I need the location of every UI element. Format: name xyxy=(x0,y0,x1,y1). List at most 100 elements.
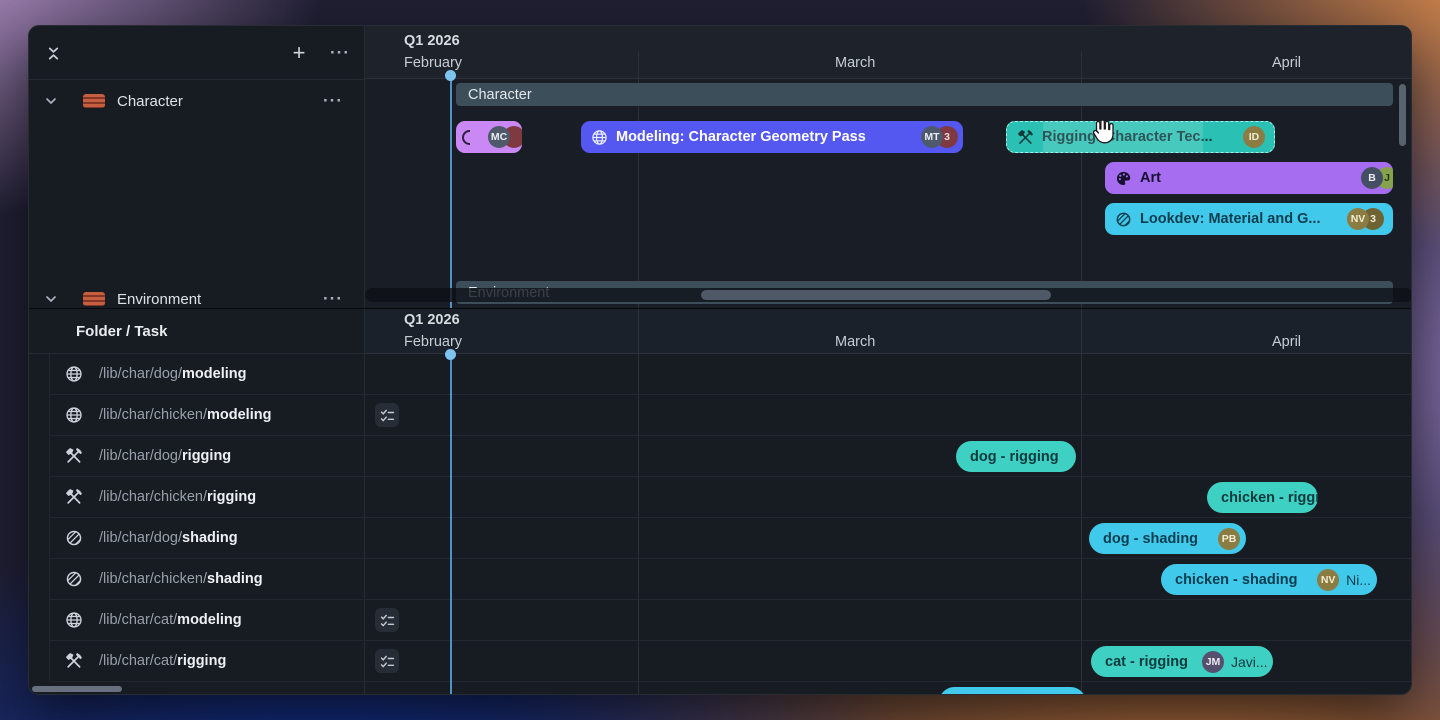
table-row[interactable]: /lib/char/cat/rigging xyxy=(49,641,365,682)
table-row[interactable]: /lib/char/chicken/rigging xyxy=(49,477,365,518)
task-name: modeling xyxy=(182,366,246,382)
today-marker-line xyxy=(450,353,452,695)
task-label: Art xyxy=(1140,170,1161,186)
globe-icon xyxy=(65,365,83,383)
task-label: Modeling: Character Geometry Pass xyxy=(616,129,866,145)
add-group-button[interactable]: + xyxy=(285,39,313,67)
task-path-prefix: /lib/char/dog/ xyxy=(99,366,182,382)
checklist-button[interactable] xyxy=(375,649,399,673)
task-path-prefix: /lib/char/cat/ xyxy=(99,653,177,669)
palette-icon xyxy=(1115,170,1132,187)
task-bar-lookdev[interactable]: Lookdev: Material and G... NV 3 xyxy=(1105,203,1393,235)
month-label-february: February xyxy=(404,55,462,71)
task-path-prefix: /lib/char/chicken/ xyxy=(99,489,207,505)
task-path-prefix: /lib/char/chicken/ xyxy=(99,571,207,587)
vertical-scrollbar-thumb[interactable] xyxy=(1399,84,1406,146)
task-bar-modeling[interactable]: Modeling: Character Geometry Pass MT 3 xyxy=(581,121,963,153)
gantt-row xyxy=(365,354,1412,395)
horizontal-scrollbar-thumb[interactable] xyxy=(32,686,122,692)
table-row[interactable]: /lib/char/chicken/modeling xyxy=(49,395,365,436)
checklist-icon xyxy=(379,653,396,670)
globe-icon xyxy=(591,129,608,146)
clipped-task-icon xyxy=(462,130,470,145)
today-marker-line xyxy=(450,75,452,308)
tools-icon xyxy=(65,488,83,506)
horizontal-scrollbar-thumb[interactable] xyxy=(701,290,1051,300)
top-timeline-header xyxy=(365,26,1412,79)
task-name: rigging xyxy=(207,489,256,505)
avatar-badge: PB xyxy=(1218,528,1240,550)
shading-icon xyxy=(65,570,83,588)
task-bar-rigging[interactable]: Rigging: Character Tec... ID xyxy=(1006,121,1275,153)
task-name: shading xyxy=(207,571,263,587)
gantt-overview-panel: + ··· Character ··· Environment ··· Q1 2… xyxy=(29,26,1412,308)
checklist-button[interactable] xyxy=(375,403,399,427)
sidebar-group-character[interactable]: Character ··· xyxy=(29,85,365,117)
task-name: rigging xyxy=(177,653,226,669)
collapse-all-button[interactable] xyxy=(39,39,67,67)
avatar-badge: JM xyxy=(1202,651,1224,673)
top-gantt-area: Q1 2026 February March April Character M… xyxy=(365,26,1412,308)
group-color-icon xyxy=(83,292,105,306)
task-name: modeling xyxy=(177,612,241,628)
task-name: modeling xyxy=(207,407,271,423)
month-label-april: April xyxy=(1272,55,1301,71)
avatar-group: B J xyxy=(1361,167,1393,189)
globe-icon xyxy=(65,406,83,424)
avatar-badge: ID xyxy=(1243,126,1265,148)
group-label: Environment xyxy=(117,291,201,308)
task-pill-chicken-shading[interactable]: chicken - shading NV Ni... xyxy=(1161,564,1377,595)
avatar-badge: B xyxy=(1361,167,1383,189)
month-label-april: April xyxy=(1272,334,1301,350)
task-pill-partial[interactable] xyxy=(939,687,1086,695)
month-label-march: March xyxy=(835,55,875,71)
avatar-badge: NV xyxy=(1347,208,1369,230)
column-header-label: Folder / Task xyxy=(76,323,167,340)
avatar-group: NV 3 xyxy=(1347,208,1384,230)
tools-icon xyxy=(65,652,83,670)
pill-label: dog - rigging xyxy=(970,449,1059,465)
task-pill-dog-rigging[interactable]: dog - rigging xyxy=(956,441,1076,472)
quarter-label: Q1 2026 xyxy=(404,312,460,328)
pill-label: chicken - riggi xyxy=(1221,490,1318,506)
drag-highlight xyxy=(1043,122,1203,152)
table-row[interactable]: /lib/char/dog/rigging xyxy=(49,436,365,477)
avatar-badge: MT xyxy=(921,126,943,148)
plus-icon: + xyxy=(293,40,306,66)
task-path-prefix: /lib/char/dog/ xyxy=(99,530,182,546)
task-path-prefix: /lib/char/dog/ xyxy=(99,448,182,464)
top-sidebar-more-button[interactable]: ··· xyxy=(326,39,354,67)
task-bar-art[interactable]: Art B J xyxy=(1105,162,1393,194)
task-pill-dog-shading[interactable]: dog - shading PB xyxy=(1089,523,1246,554)
gantt-row xyxy=(365,436,1412,477)
task-pill-cat-rigging[interactable]: cat - rigging JM Javi... xyxy=(1091,646,1273,677)
table-row[interactable]: /lib/char/cat/modeling xyxy=(49,600,365,641)
table-row[interactable]: /lib/char/dog/modeling xyxy=(49,354,365,395)
chevron-down-icon[interactable] xyxy=(43,93,59,109)
bottom-gantt-area: Q1 2026 February March April xyxy=(365,309,1412,695)
checklist-button[interactable] xyxy=(375,608,399,632)
group-bar-character[interactable]: Character xyxy=(456,83,1393,106)
task-label: Lookdev: Material and G... xyxy=(1140,211,1320,227)
task-bar-concept[interactable]: MC xyxy=(456,121,522,153)
pill-label: dog - shading xyxy=(1103,531,1198,547)
pill-label: chicken - shading xyxy=(1175,572,1297,588)
collapse-vertical-icon xyxy=(45,45,62,62)
table-row[interactable]: /lib/char/chicken/shading xyxy=(49,559,365,600)
month-label-february: February xyxy=(404,334,462,350)
ellipsis-icon: ··· xyxy=(330,43,350,63)
task-name: shading xyxy=(182,530,238,546)
app-window: + ··· Character ··· Environment ··· Q1 2… xyxy=(28,25,1412,695)
task-detail-panel: Folder / Task /lib/char/dog/modeling /li… xyxy=(29,308,1412,695)
task-name: rigging xyxy=(182,448,231,464)
task-pill-chicken-rigging[interactable]: chicken - riggi xyxy=(1207,482,1318,513)
assignee-name: Javi... xyxy=(1231,654,1268,670)
top-sidebar: + ··· Character ··· Environment ··· xyxy=(29,26,365,308)
group-more-button[interactable]: ··· xyxy=(323,91,343,111)
chevron-down-icon[interactable] xyxy=(43,291,59,307)
checklist-icon xyxy=(379,407,396,424)
quarter-label: Q1 2026 xyxy=(404,33,460,49)
table-row[interactable]: /lib/char/dog/shading xyxy=(49,518,365,559)
group-more-button[interactable]: ··· xyxy=(323,289,343,309)
month-label-march: March xyxy=(835,334,875,350)
